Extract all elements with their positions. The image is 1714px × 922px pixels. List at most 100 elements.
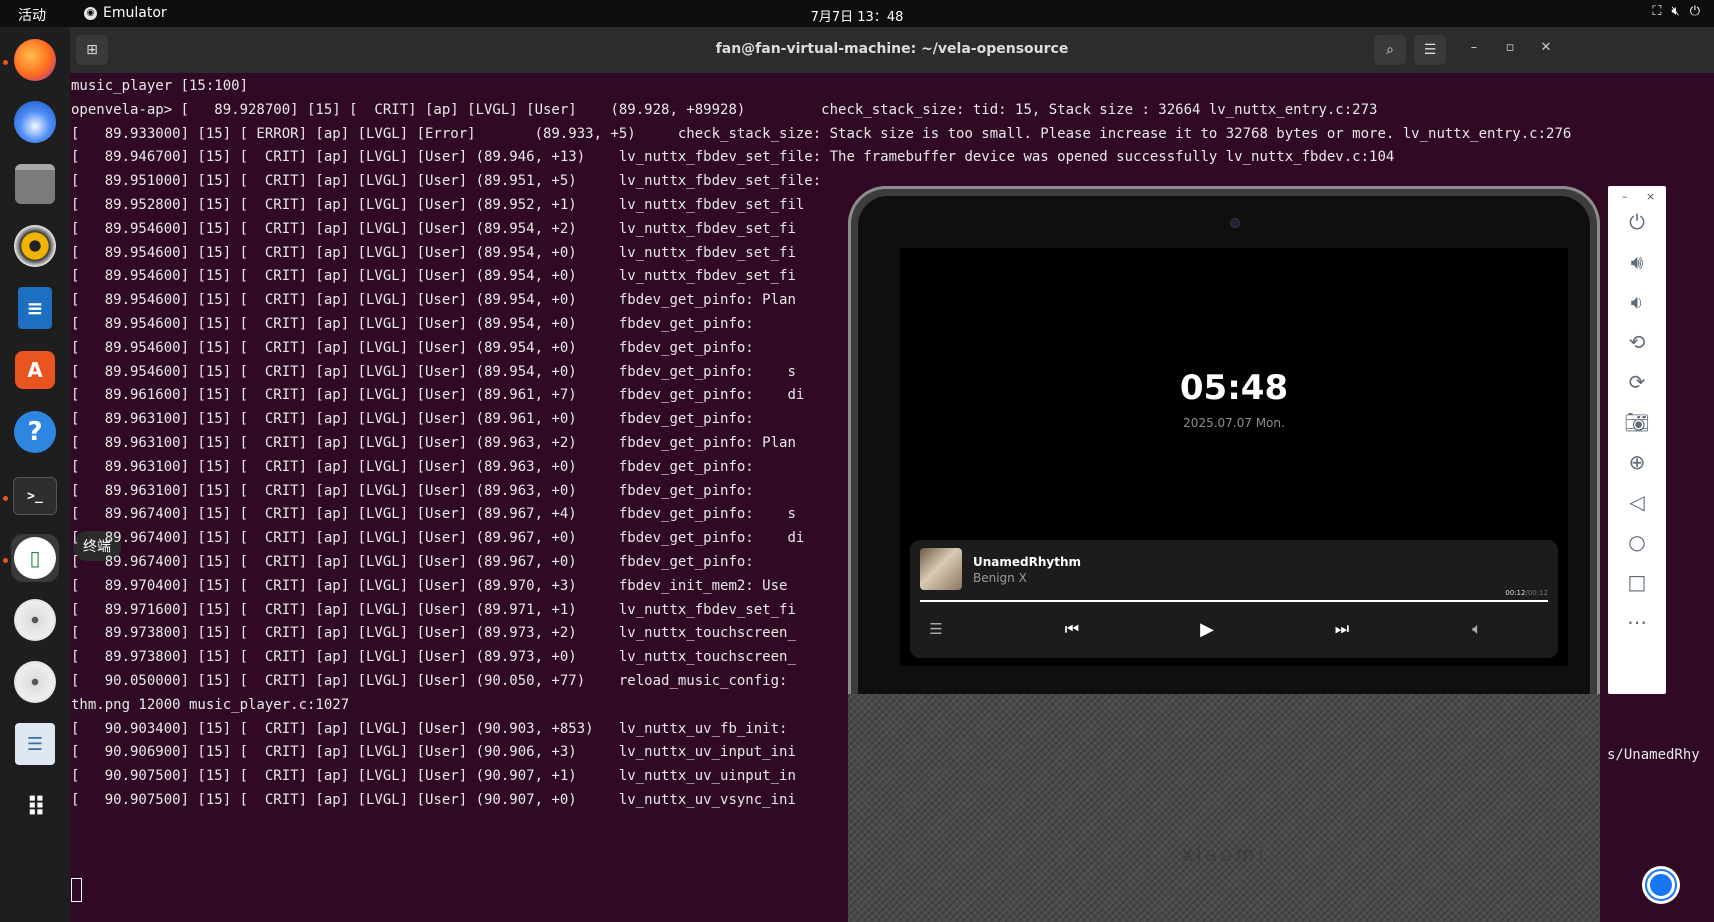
- terminal-line: [ 90.906900] [15] [ CRIT] [ap] [LVGL] [U…: [71, 744, 796, 761]
- menu-button[interactable]: ☰: [1414, 35, 1446, 65]
- dock-help[interactable]: ?: [11, 408, 59, 456]
- writer-icon: ≡: [18, 287, 52, 329]
- terminal-line: openvela-ap> [ 89.928700] [15] [ CRIT] […: [71, 101, 1378, 118]
- dock-writer[interactable]: ≡: [11, 284, 59, 332]
- song-artist: Benign X: [973, 571, 1027, 585]
- terminal-line: [ 89.963100] [15] [ CRIT] [ap] [LVGL] [U…: [71, 482, 754, 499]
- clock-date: 2025.07.07 Mon.: [1183, 416, 1285, 430]
- emulator-icon: ▯: [14, 537, 56, 579]
- terminal-line: [ 89.933000] [15] [ ERROR] [ap] [LVGL] […: [71, 125, 1572, 142]
- terminal-cursor: [71, 878, 82, 902]
- dock-terminal[interactable]: >_: [11, 472, 59, 520]
- terminal-line: [ 89.954600] [15] [ CRIT] [ap] [LVGL] [U…: [71, 316, 754, 332]
- zoom-icon: ⊕: [1628, 450, 1646, 474]
- back-button[interactable]: ◁: [1622, 487, 1652, 517]
- activities-button[interactable]: 活动: [18, 5, 46, 25]
- terminal-line: [ 89.954600] [15] [ CRIT] [ap] [LVGL] [U…: [71, 292, 796, 309]
- more-button[interactable]: ⋯: [1622, 607, 1652, 637]
- text-editor-icon: ☰: [15, 723, 55, 765]
- next-button[interactable]: ⏭: [1330, 618, 1354, 640]
- help-icon: ?: [14, 411, 56, 453]
- disc-icon: [14, 599, 56, 641]
- skip-next-icon: ⏭: [1334, 619, 1350, 638]
- dock-disc-1[interactable]: [11, 596, 59, 644]
- terminal-line-fragment: s/UnamedRhy: [1607, 747, 1700, 763]
- terminal-line: [ 89.954600] [15] [ CRIT] [ap] [LVGL] [U…: [71, 268, 796, 285]
- terminal-line: music_player [15:100]: [71, 78, 249, 94]
- dock-emulator[interactable]: ▯: [11, 534, 59, 582]
- panel-close-button[interactable]: ×: [1646, 190, 1655, 203]
- close-button[interactable]: ✕: [1536, 40, 1556, 60]
- home-icon: ○: [1628, 530, 1646, 554]
- home-button[interactable]: ○: [1622, 527, 1652, 557]
- terminal-line: [ 89.967400] [15] [ CRIT] [ap] [LVGL] [U…: [71, 530, 805, 547]
- terminal-line: [ 89.954600] [15] [ CRIT] [ap] [LVGL] [U…: [71, 339, 754, 356]
- running-indicator: [3, 60, 8, 65]
- album-cover: [920, 548, 962, 590]
- progress-bar[interactable]: [920, 600, 1548, 602]
- app-menu-icon: ◉: [84, 6, 97, 20]
- volume-muted-icon: 🔇︎: [1671, 4, 1680, 19]
- list-icon: ☰: [929, 620, 943, 638]
- terminal-line: [ 90.903400] [15] [ CRIT] [ap] [LVGL] [U…: [71, 720, 788, 737]
- terminal-line: [ 89.954600] [15] [ CRIT] [ap] [LVGL] [U…: [71, 220, 796, 237]
- terminal-line: [ 89.961600] [15] [ CRIT] [ap] [LVGL] [U…: [71, 387, 805, 404]
- dock-show-apps[interactable]: ⠿: [11, 784, 59, 832]
- terminal-line: [ 90.907500] [15] [ CRIT] [ap] [LVGL] [U…: [71, 792, 796, 808]
- overview-button[interactable]: □: [1622, 567, 1652, 597]
- dock-text-editor[interactable]: ☰: [11, 720, 59, 768]
- terminal-line: [ 89.963100] [15] [ CRIT] [ap] [LVGL] [U…: [71, 411, 754, 428]
- overview-icon: □: [1627, 570, 1647, 594]
- terminal-line: [ 90.050000] [15] [ CRIT] [ap] [LVGL] [U…: [71, 673, 796, 689]
- brand-logo: xiaomi: [1181, 842, 1267, 866]
- top-bar: 活动 ◉ Emulator 7月7日 13：48 ⛶ 🔇︎ ⏻: [0, 0, 1714, 27]
- volume-button[interactable]: 🔈︎: [1465, 618, 1489, 640]
- more-icon: ⋯: [1627, 610, 1647, 634]
- dock-thunderbird[interactable]: [11, 98, 59, 146]
- files-icon: [15, 164, 55, 204]
- minimize-button[interactable]: –: [1464, 40, 1484, 60]
- firefox-icon: [14, 39, 56, 81]
- terminal-line: [ 89.963100] [15] [ CRIT] [ap] [LVGL] [U…: [71, 458, 754, 475]
- terminal-headerbar: ⊞ fan@fan-virtual-machine: ~/vela-openso…: [70, 27, 1714, 73]
- dock-disc-2[interactable]: [11, 658, 59, 706]
- zoom-button[interactable]: ⊕: [1622, 447, 1652, 477]
- clock-time: 05:48: [1179, 368, 1289, 408]
- dock-files[interactable]: [11, 160, 59, 208]
- power-icon: ⏻: [1629, 210, 1645, 234]
- power-button[interactable]: ⏻: [1622, 207, 1652, 237]
- screenshot-button[interactable]: 📷︎: [1622, 407, 1652, 437]
- assistant-icon: [1647, 871, 1675, 899]
- thunderbird-icon: [14, 101, 56, 143]
- assistant-button[interactable]: [1642, 866, 1680, 904]
- app-name: Emulator: [103, 5, 167, 21]
- play-button[interactable]: ▶: [1195, 618, 1219, 640]
- dock-rhythmbox[interactable]: [11, 222, 59, 270]
- device-screen[interactable]: 05:48 2025.07.07 Mon. UnamedRhythm Benig…: [900, 248, 1568, 666]
- app-menu[interactable]: ◉ Emulator: [84, 5, 167, 21]
- terminal-line: [ 89.951000] [15] [ CRIT] [ap] [LVGL] [U…: [71, 173, 822, 190]
- app-center-icon: A: [15, 351, 55, 389]
- new-tab-button[interactable]: ⊞: [76, 35, 108, 65]
- previous-button[interactable]: ⏮: [1060, 618, 1084, 640]
- music-player-card[interactable]: UnamedRhythm Benign X 00:12/00:12 ☰ ⏮ ▶ …: [910, 540, 1558, 658]
- panel-minimize-button[interactable]: –: [1622, 190, 1628, 203]
- play-icon: ▶: [1200, 618, 1214, 640]
- terminal-line: [ 89.963100] [15] [ CRIT] [ap] [LVGL] [U…: [71, 435, 796, 451]
- dock-app-center[interactable]: A: [11, 346, 59, 394]
- dock-firefox[interactable]: [11, 36, 59, 84]
- maximize-button[interactable]: ▫: [1500, 40, 1520, 60]
- volume-down-button[interactable]: 🔉︎: [1622, 287, 1652, 317]
- volume-up-button[interactable]: 🔊︎: [1622, 247, 1652, 277]
- clock[interactable]: 7月7日 13：48: [0, 6, 1714, 25]
- search-button[interactable]: ⌕: [1374, 35, 1406, 65]
- device-bezel: 05:48 2025.07.07 Mon. UnamedRhythm Benig…: [858, 196, 1590, 716]
- terminal-line: [ 89.952800] [15] [ CRIT] [ap] [LVGL] [U…: [71, 197, 805, 213]
- terminal-icon: >_: [13, 477, 57, 515]
- rhythmbox-icon: [14, 225, 56, 267]
- playlist-button[interactable]: ☰: [924, 618, 948, 640]
- rotate-left-button[interactable]: ⟲: [1622, 327, 1652, 357]
- system-tray[interactable]: ⛶ 🔇︎ ⏻: [1652, 4, 1700, 19]
- rotate-right-button[interactable]: ⟳: [1622, 367, 1652, 397]
- terminal-line: [ 89.946700] [15] [ CRIT] [ap] [LVGL] [U…: [71, 149, 1395, 166]
